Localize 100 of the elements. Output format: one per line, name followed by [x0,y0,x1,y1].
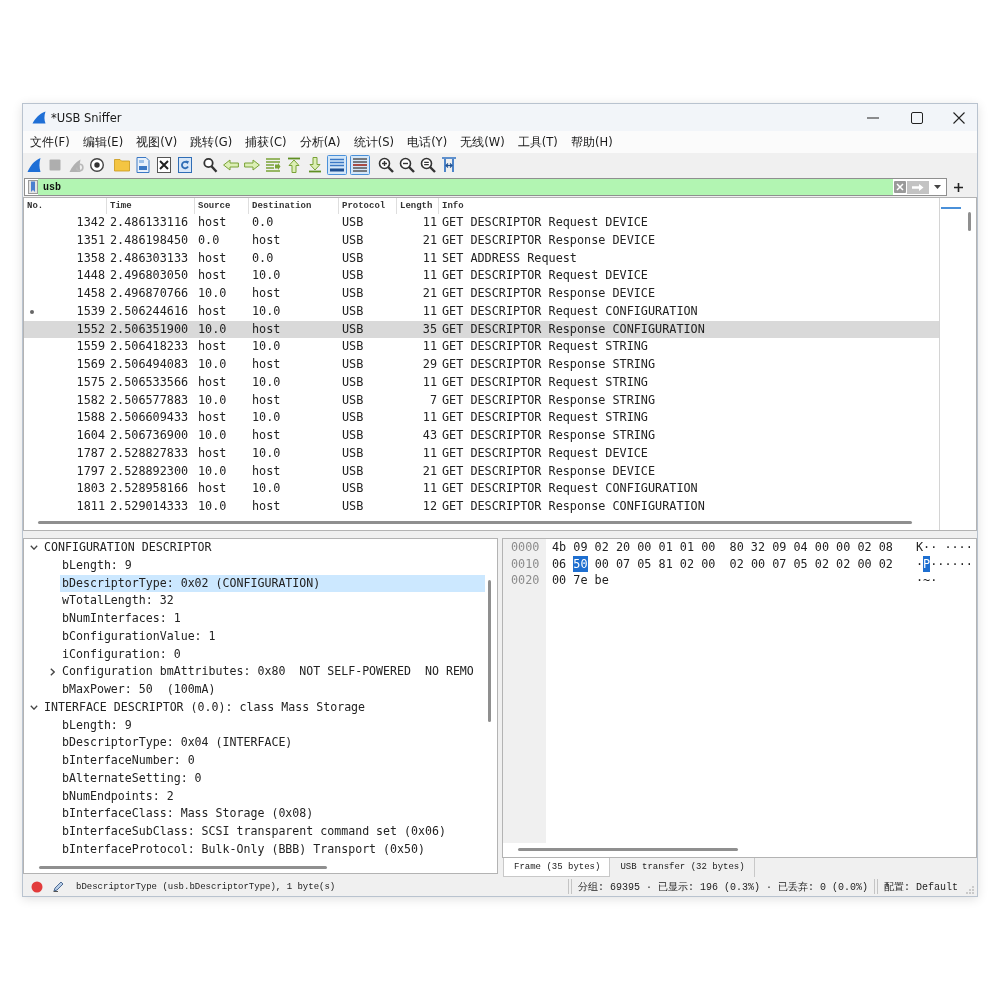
menu-item[interactable]: 分析(A) [293,132,348,152]
menu-item[interactable]: 电话(Y) [400,132,454,152]
list-down-icon[interactable] [326,154,347,175]
scrollbar-thumb[interactable] [488,580,491,722]
arrow-down-icon[interactable] [306,156,323,173]
zoom-reset-icon[interactable] [419,156,436,173]
tree-item[interactable]: bDescriptorType: 0x04 (INTERFACE) [60,734,485,752]
shark-fin-icon[interactable] [25,156,42,173]
chevron-down-icon[interactable] [30,705,38,711]
tree-item[interactable]: bInterfaceClass: Mass Storage (0x08) [60,805,485,823]
ascii-text[interactable]: · [916,555,924,572]
tab[interactable]: Frame (35 bytes) [503,858,611,877]
scrollbar-thumb[interactable] [518,848,738,851]
filter-field[interactable]: usb [38,179,893,195]
folder-icon[interactable] [113,156,130,173]
packet-row[interactable]: 1588 2.506609433 host 10.0 USB 11 GET DESCRIPTOR Request STRING [24,409,939,427]
tree-item[interactable]: bAlternateSetting: 0 [60,769,485,788]
zoom-in-icon[interactable] [377,156,394,173]
packet-row[interactable]: 1559 2.506418233 host 10.0 USB 11 GET DESCRIPTOR Request STRING [24,338,939,356]
lines-icon[interactable] [349,154,370,175]
ascii-text[interactable]: K·· ···· [916,539,973,556]
packet-row[interactable]: 1797 2.528892300 10.0 host USB 21 GET DESCRIPTOR Response DEVICE [24,462,939,481]
tree-item[interactable]: bMaxPower: 50 (100mA) [60,681,485,699]
packet-row[interactable]: 1448 2.496803050 host 10.0 USB 11 GET DESCRIPTOR Request DEVICE [24,267,939,285]
tree-item[interactable]: wTotalLength: 32 [60,592,485,610]
maximize-icon[interactable] [911,111,923,124]
bookmark-icon[interactable] [28,180,38,194]
document-x-icon[interactable] [155,156,172,173]
menu-item[interactable]: 视图(V) [129,132,184,152]
packet-row[interactable]: 1552 2.506351900 10.0 host USB 35 GET DESCRIPTOR Response CONFIGURATION [24,320,939,339]
tree-item[interactable]: bLength: 9 [60,716,485,735]
hex-bytes[interactable]: 00 07 05 81 02 00 02 00 07 05 02 02 00 02 [594,555,893,572]
tree-item[interactable]: Configuration bmAttributes: 0x80 NOT SELF-POWERED NO REMO [60,663,485,681]
column-header[interactable]: Info [439,198,939,214]
tab[interactable]: USB transfer (32 bytes) [610,858,755,877]
pencil-icon[interactable] [53,881,64,892]
packet-row[interactable]: 1787 2.528827833 host 10.0 USB 11 GET DESCRIPTOR Request DEVICE [24,444,939,463]
packet-row[interactable]: 1575 2.506533566 host 10.0 USB 11 GET DESCRIPTOR Request STRING [24,373,939,392]
tree-item[interactable]: bDescriptorType: 0x02 (CONFIGURATION) [60,574,485,593]
column-header[interactable]: Length [397,198,439,214]
target-icon[interactable] [88,156,105,173]
tree-item[interactable]: bInterfaceProtocol: Bulk-Only (BBB) Transport (0x50) [60,840,485,859]
chevron-right-icon[interactable] [49,668,55,677]
tree-item[interactable]: iConfiguration: 0 [60,645,485,664]
menu-item[interactable]: 工具(T) [511,132,565,152]
packet-row[interactable]: 1811 2.529014333 10.0 host USB 12 GET DESCRIPTOR Response CONFIGURATION [24,498,939,516]
minimize-icon[interactable] [867,116,879,119]
scrollbar-thumb[interactable] [968,212,971,231]
status-circle-icon[interactable] [31,880,43,893]
zoom-out-icon[interactable] [398,156,415,173]
scrollbar-thumb[interactable] [38,520,912,524]
packet-row[interactable]: 1351 2.486198450 0.0 host USB 21 GET DESCRIPTOR Response DEVICE [24,231,939,250]
chevron-down-icon[interactable] [30,545,38,551]
ascii-text[interactable]: P [923,555,931,572]
column-header[interactable]: Source [195,198,249,214]
packet-row[interactable]: 1803 2.528958166 host 10.0 USB 11 GET DESCRIPTOR Request CONFIGURATION [24,480,939,498]
search-icon[interactable] [201,156,218,173]
packet-row[interactable]: 1342 2.486133116 host 0.0 USB 11 GET DESCRIPTOR Request DEVICE [24,214,939,232]
tree-item[interactable]: bLength: 9 [60,556,485,575]
list-arrow-icon[interactable] [264,156,281,173]
tree-item[interactable]: bNumInterfaces: 1 [60,610,485,628]
column-header[interactable]: Destination [249,198,339,214]
menu-item[interactable]: 无线(W) [453,132,512,152]
column-header[interactable]: No. [24,198,107,214]
hex-bytes[interactable]: 00 7e be [552,572,609,589]
tree-item[interactable]: bNumEndpoints: 2 [60,787,485,806]
tree-item[interactable]: CONFIGURATION DESCRIPTOR [42,539,485,557]
profile-text[interactable]: 配置: Default [884,879,958,894]
menu-item[interactable]: 编辑(E) [76,132,130,152]
ascii-text[interactable]: ······ [930,555,973,572]
column-resize-icon[interactable] [440,156,457,173]
column-header[interactable]: Time [107,198,195,214]
caret-down-icon[interactable] [934,185,941,189]
resize-grip-icon[interactable] [966,886,974,894]
x-square-icon[interactable] [894,181,906,193]
menu-item[interactable]: 捕获(C) [238,132,294,152]
arrow-up-icon[interactable] [285,156,302,173]
plus-icon[interactable] [954,183,963,192]
hex-bytes[interactable]: 06 [552,555,567,572]
tree-item[interactable]: bInterfaceSubClass: SCSI transparent command set (0x06) [60,823,485,841]
menu-item[interactable]: 统计(S) [347,132,401,152]
close-icon[interactable] [953,111,965,124]
document-icon[interactable] [134,156,151,173]
packet-row[interactable]: 1569 2.506494083 10.0 host USB 29 GET DESCRIPTOR Response STRING [24,356,939,374]
hex-bytes[interactable]: 4b 09 02 20 00 01 01 00 80 32 09 04 00 00 02 08 [552,539,893,556]
hex-bytes[interactable]: 50 [573,555,588,572]
column-header[interactable]: Protocol [339,198,397,214]
arrow-right-icon[interactable] [243,156,260,173]
menu-item[interactable]: 跳转(G) [183,132,239,152]
menu-item[interactable]: 文件(F) [23,132,77,152]
scrollbar-thumb[interactable] [39,865,327,869]
packet-row[interactable]: 1458 2.496870766 10.0 host USB 21 GET DESCRIPTOR Response DEVICE [24,285,939,303]
tree-item[interactable]: bConfigurationValue: 1 [60,627,485,646]
packet-row[interactable]: 1604 2.506736900 10.0 host USB 43 GET DESCRIPTOR Response STRING [24,427,939,445]
packet-row[interactable]: 1582 2.506577883 10.0 host USB 7 GET DESCRIPTOR Response STRING [24,391,939,410]
tree-item[interactable]: INTERFACE DESCRIPTOR (0.0): class Mass Storage [42,698,485,717]
menu-item[interactable]: 帮助(H) [564,132,620,152]
packet-row[interactable]: 1358 2.486303133 host 0.0 USB 11 SET ADDRESS Request [24,249,939,268]
ascii-text[interactable]: ·~· [916,572,938,589]
packet-row[interactable]: 1539 2.506244616 host 10.0 USB 11 GET DESCRIPTOR Request CONFIGURATION [24,302,939,321]
